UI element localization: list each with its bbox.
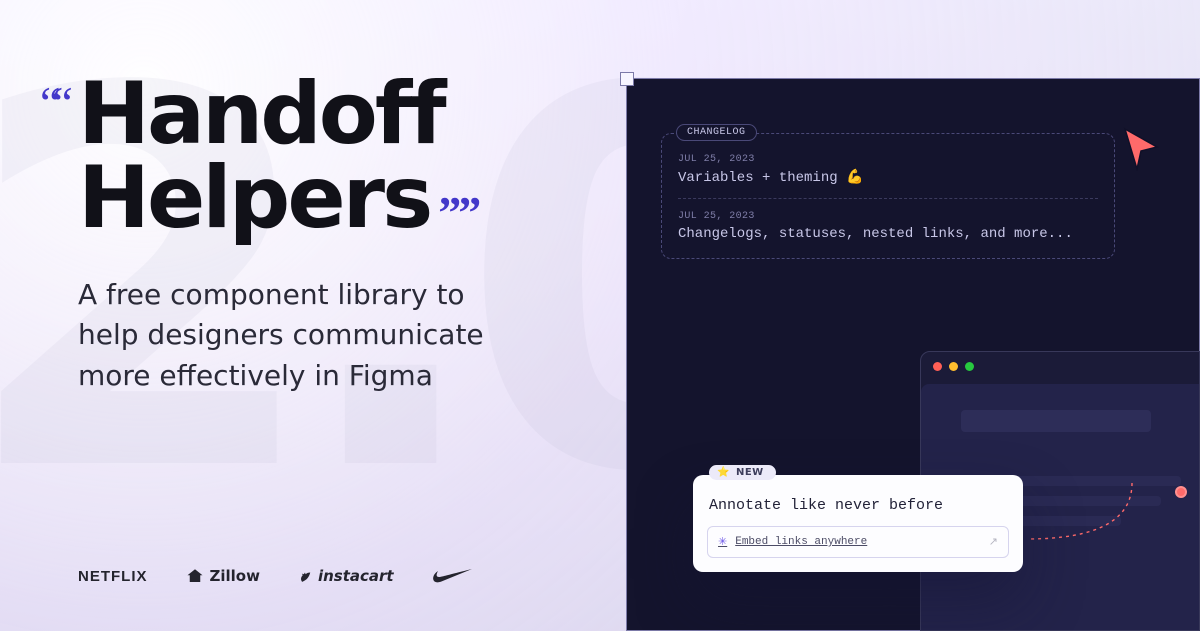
logo-instacart-text: instacart [318, 567, 394, 585]
divider [678, 198, 1098, 199]
logo-nike [432, 568, 478, 584]
house-icon [186, 567, 204, 585]
changelog-label-pill: CHANGELOG [676, 124, 757, 141]
embed-link-text: Embed links anywhere [735, 536, 867, 548]
logo-netflix: NETFLIX [78, 568, 148, 585]
new-badge: ⭐ NEW [709, 465, 776, 480]
embed-link-row[interactable]: ✳ Embed links anywhere ↗ [707, 526, 1009, 558]
selection-handle-icon [620, 72, 634, 86]
changelog-date: JUL 25, 2023 [678, 211, 1098, 222]
subtitle: A free component library to help designe… [78, 275, 518, 397]
changelog-text: Variables + theming 💪 [678, 169, 1098, 186]
new-badge-text: NEW [736, 467, 764, 478]
quote-open-icon: ““ [40, 94, 65, 112]
window-traffic-lights [933, 362, 974, 371]
title-line-2: Helpers [78, 148, 430, 248]
changelog-entry: JUL 25, 2023 Changelogs, statuses, neste… [678, 211, 1098, 242]
page-title: Handoff Helpers ”” [78, 72, 568, 241]
annotation-anchor-icon [1175, 486, 1187, 498]
annotation-card: ⭐ NEW Annotate like never before ✳ Embed… [693, 475, 1023, 572]
hero-copy: ““ Handoff Helpers ”” A free component l… [78, 72, 568, 396]
annotation-title: Annotate like never before [709, 497, 1009, 514]
swoosh-icon [432, 568, 472, 584]
star-icon: ⭐ [717, 467, 730, 478]
traffic-green-icon [965, 362, 974, 371]
changelog-card: CHANGELOG JUL 25, 2023 Variables + themi… [661, 133, 1115, 259]
traffic-red-icon [933, 362, 942, 371]
changelog-text: Changelogs, statuses, nested links, and … [678, 226, 1098, 242]
changelog-entry: JUL 25, 2023 Variables + theming 💪 [678, 154, 1098, 186]
logo-zillow-text: Zillow [210, 567, 260, 585]
brand-logo-row: NETFLIX Zillow instacart [78, 567, 478, 585]
quote-close-icon: ”” [438, 204, 478, 222]
external-arrow-icon: ↗ [989, 535, 998, 549]
carrot-icon [298, 568, 312, 584]
changelog-date: JUL 25, 2023 [678, 154, 1098, 165]
placeholder-heading [961, 410, 1151, 432]
logo-instacart: instacart [298, 567, 394, 585]
logo-zillow: Zillow [186, 567, 260, 585]
traffic-yellow-icon [949, 362, 958, 371]
cursor-icon [1121, 127, 1161, 175]
figma-canvas-frame: CHANGELOG JUL 25, 2023 Variables + themi… [626, 78, 1200, 631]
burst-icon: ✳ [718, 535, 727, 549]
